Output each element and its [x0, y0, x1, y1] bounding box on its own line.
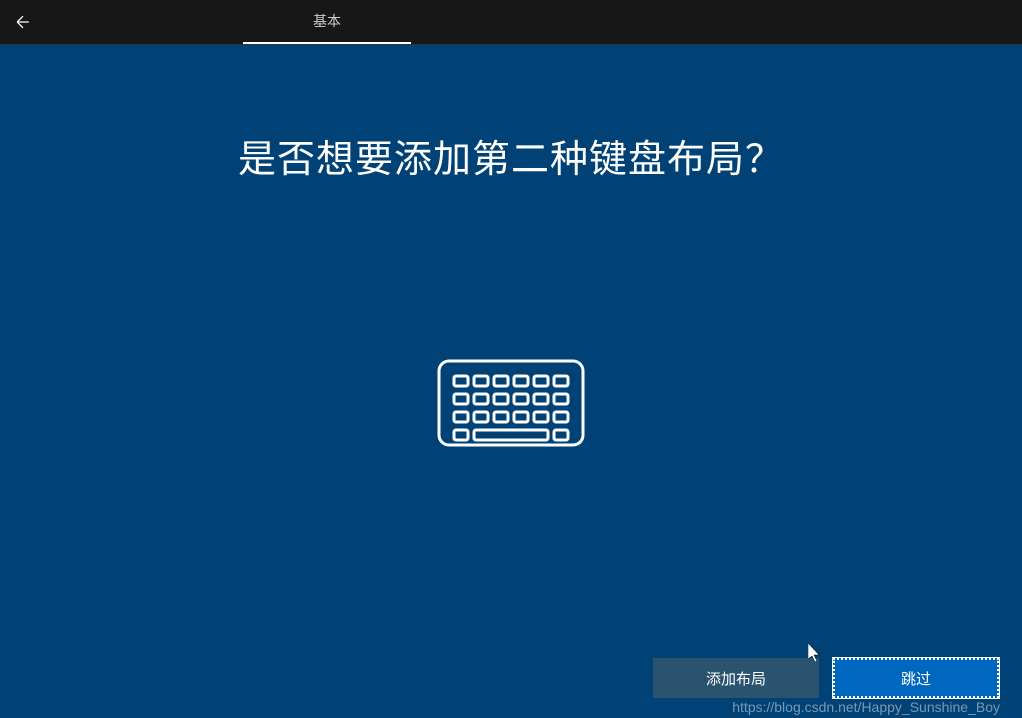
add-layout-label: 添加布局 — [706, 668, 766, 689]
page-heading: 是否想要添加第二种键盘布局？ — [238, 128, 784, 183]
back-button[interactable] — [0, 0, 46, 45]
main-content: 是否想要添加第二种键盘布局？ — [0, 45, 1022, 718]
skip-button[interactable]: 跳过 — [833, 658, 999, 698]
tab-basic[interactable]: 基本 — [243, 0, 411, 44]
arrow-left-icon — [13, 12, 33, 32]
tab-area: 基本 — [243, 0, 411, 44]
skip-label: 跳过 — [901, 668, 931, 689]
tab-label: 基本 — [313, 11, 341, 31]
watermark-text: https://blog.csdn.net/Happy_Sunshine_Boy — [732, 699, 1000, 715]
keyboard-icon — [436, 358, 586, 453]
add-layout-button[interactable]: 添加布局 — [653, 658, 819, 698]
button-row: 添加布局 跳过 — [653, 658, 999, 698]
titlebar: 基本 — [0, 0, 1022, 45]
